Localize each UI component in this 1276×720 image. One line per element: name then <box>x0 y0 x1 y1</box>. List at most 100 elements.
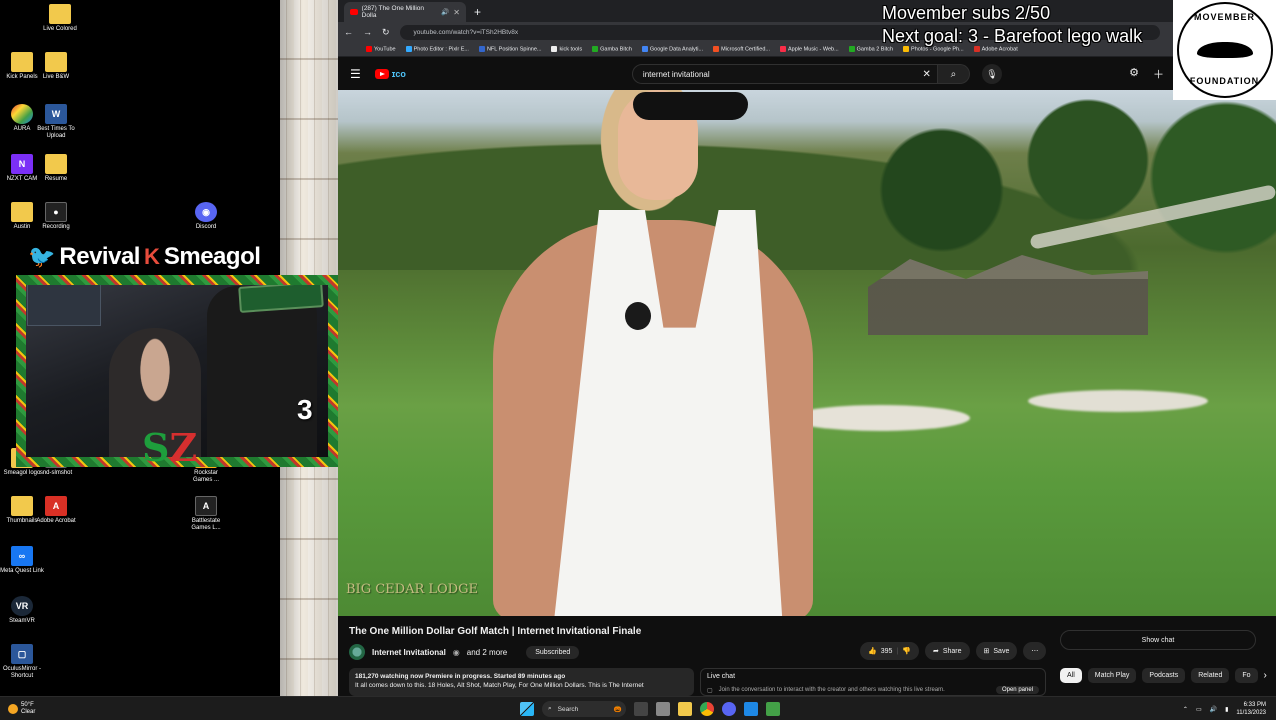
bookmark-label: Google Data Analyti... <box>649 46 704 53</box>
more-actions-button[interactable]: ⋯ <box>1023 642 1047 660</box>
bookmark-pixlr[interactable]: Photo Editor : Pixlr E... <box>405 45 469 52</box>
description-box[interactable]: 181,270 watching now Premiere in progres… <box>349 668 694 696</box>
discord-icon[interactable] <box>722 702 736 716</box>
desktop-icon-label: AURA <box>13 126 31 132</box>
bookmark-label: Gamba Bitch <box>600 46 632 53</box>
like-button[interactable]: 👍 395 | 👎 <box>860 642 919 660</box>
file-explorer-folder-icon[interactable] <box>656 702 670 716</box>
tab-youtube[interactable]: (287) The One Million Dolla 🔊 ✕ <box>344 2 466 22</box>
xbox-icon[interactable] <box>766 702 780 716</box>
weather-widget[interactable]: 50°F Clear <box>8 702 35 716</box>
chrome-icon[interactable] <box>700 702 714 716</box>
chevron-right-icon[interactable]: › <box>1264 670 1267 681</box>
gaming-chair <box>207 286 317 466</box>
apps-icon <box>551 45 558 52</box>
new-tab-button[interactable]: + <box>474 5 481 19</box>
voice-search-button[interactable]: 🎙 <box>981 64 1002 84</box>
clear-search-icon[interactable]: ✕ <box>923 69 931 80</box>
desktop-icon-oculus-mirror[interactable]: ▢ OculusMirror - Shortcut <box>0 644 44 680</box>
desktop-icon-steamvr[interactable]: VR SteamVR <box>0 596 44 625</box>
speaker-icon[interactable]: 🔊 <box>441 8 449 16</box>
stream-name-banner: 🐦 Revival K Smeagol <box>28 240 280 274</box>
microphone-icon: 🎙 <box>986 68 998 79</box>
bookmark-gamba[interactable]: Gamba Bitch <box>592 45 632 53</box>
desktop-icon-label: Thumbnails <box>6 518 38 524</box>
bookmark-nfl-spinner[interactable]: NFL Position Spinne... <box>478 45 541 52</box>
desktop-icon-label: SteamVR <box>9 618 35 624</box>
desktop-icon-best-times[interactable]: W Best Times To Upload <box>34 104 78 140</box>
desktop-icon-battlestate[interactable]: A Battlestate Games L... <box>184 496 228 532</box>
chip-fo[interactable]: Fo <box>1235 668 1258 683</box>
chat-icon: ▢ <box>707 687 713 694</box>
desktop-icon-recording[interactable]: ● Recording <box>34 202 78 231</box>
save-button[interactable]: ⊞ Save <box>975 642 1018 660</box>
forward-icon[interactable]: → <box>363 27 372 37</box>
chip-match-play[interactable]: Match Play <box>1087 668 1137 683</box>
gamba-icon <box>848 45 855 52</box>
close-tab-icon[interactable]: ✕ <box>453 8 460 17</box>
search-highlight-icon: 🎃 <box>613 706 622 713</box>
related-filter-chips: All Match Play Podcasts Related Fo › <box>1060 668 1267 683</box>
battery-icon[interactable]: ▮ <box>1225 706 1228 713</box>
live-chat-panel: Live chat ▢ Join the conversation to int… <box>700 668 1046 696</box>
show-chat-button[interactable]: Show chat <box>1060 630 1256 650</box>
back-icon[interactable]: ← <box>344 27 353 37</box>
search-icon: ⌕ <box>548 705 552 712</box>
taskbar-search-label: Search <box>557 705 579 713</box>
hamburger-menu-icon[interactable]: ☰ <box>350 67 361 81</box>
thumbs-down-icon[interactable]: 👎 <box>902 647 911 655</box>
desktop-icon-live-colored[interactable]: Live Colored <box>38 4 82 33</box>
app-icon[interactable] <box>744 702 758 716</box>
mustache-icon <box>1196 42 1253 58</box>
open-panel-button[interactable]: Open panel <box>995 686 1039 694</box>
windows-start-icon[interactable] <box>520 702 534 716</box>
desktop-icon-meta-quest[interactable]: ∞ Meta Quest Link <box>0 546 44 575</box>
volume-icon[interactable]: 🔊 <box>1210 706 1217 713</box>
moon-weather-icon <box>8 703 18 714</box>
youtube-logo[interactable]: ɪᴄᴏ <box>374 69 406 79</box>
bookmark-youtube[interactable]: YouTube <box>366 45 396 53</box>
desktop-icon-label: NZXT CAM <box>6 176 38 182</box>
bookmark-label: YouTube <box>374 46 396 53</box>
chevron-up-icon[interactable]: ⌃ <box>1183 706 1188 713</box>
screen: Live Colored Kick Panels Live B&W AURA W… <box>0 0 1276 720</box>
chip-related[interactable]: Related <box>1191 668 1230 683</box>
desktop-icon-live-bw[interactable]: Live B&W <box>34 52 78 81</box>
steamvr-icon: VR <box>11 596 33 616</box>
video-player[interactable]: BIG CEDAR LODGE <box>338 90 1276 616</box>
chip-podcasts[interactable]: Podcasts <box>1142 668 1186 683</box>
desktop-icon-resume[interactable]: Resume <box>34 154 78 183</box>
youtube-header: ☰ ɪᴄᴏ internet invitational ✕ ⌕ 🎙 ⚙ ＋ <box>338 58 1276 90</box>
folder-icon[interactable] <box>678 702 692 716</box>
reload-icon[interactable]: ↻ <box>382 27 390 38</box>
network-icon[interactable]: ▭ <box>1196 706 1202 713</box>
create-icon[interactable]: ＋ <box>1153 66 1164 82</box>
video-details: The One Million Dollar Golf Match | Inte… <box>338 616 1276 696</box>
settings-icon[interactable]: ⚙ <box>1129 66 1139 82</box>
taskbar-search[interactable]: ⌕ Search 🎃 <box>542 701 626 717</box>
chip-all[interactable]: All <box>1060 668 1082 683</box>
task-view-icon[interactable] <box>634 702 648 716</box>
clock-date: 11/13/2023 <box>1236 710 1266 716</box>
bookmark-google-data[interactable]: Google Data Analyti... <box>641 45 704 53</box>
bookmark-label: Apple Music - Web... <box>788 46 839 53</box>
channel-name[interactable]: Internet Invitational <box>372 648 446 657</box>
nzxt-icon: N <box>11 154 33 174</box>
share-button[interactable]: ➦ Share <box>924 642 970 660</box>
youtube-doodle: ɪᴄᴏ <box>391 69 406 79</box>
channel-suffix[interactable]: and 2 more <box>467 648 507 657</box>
youtube-play-icon <box>374 69 389 79</box>
bookmark-kick-tools[interactable]: kick tools <box>551 45 582 52</box>
desktop-icon-discord[interactable]: ◉ Discord <box>184 202 228 231</box>
search-value: internet invitational <box>642 69 710 79</box>
search-button[interactable]: ⌕ <box>937 64 970 84</box>
search-input[interactable]: internet invitational ✕ <box>631 64 938 84</box>
bookmark-microsoft[interactable]: Microsoft Certified... <box>713 45 770 52</box>
channel-avatar[interactable] <box>349 644 365 660</box>
subscribed-button[interactable]: Subscribed <box>526 645 580 659</box>
weather-condition: Clear <box>21 708 36 715</box>
bookmark-apple-music[interactable]: Apple Music - Web... <box>780 45 839 53</box>
desktop-icon-adobe-acrobat[interactable]: A Adobe Acrobat <box>34 496 78 525</box>
banner-name-2: Smeagol <box>163 243 261 270</box>
clock[interactable]: 6:33 PM 11/13/2023 <box>1236 701 1266 717</box>
